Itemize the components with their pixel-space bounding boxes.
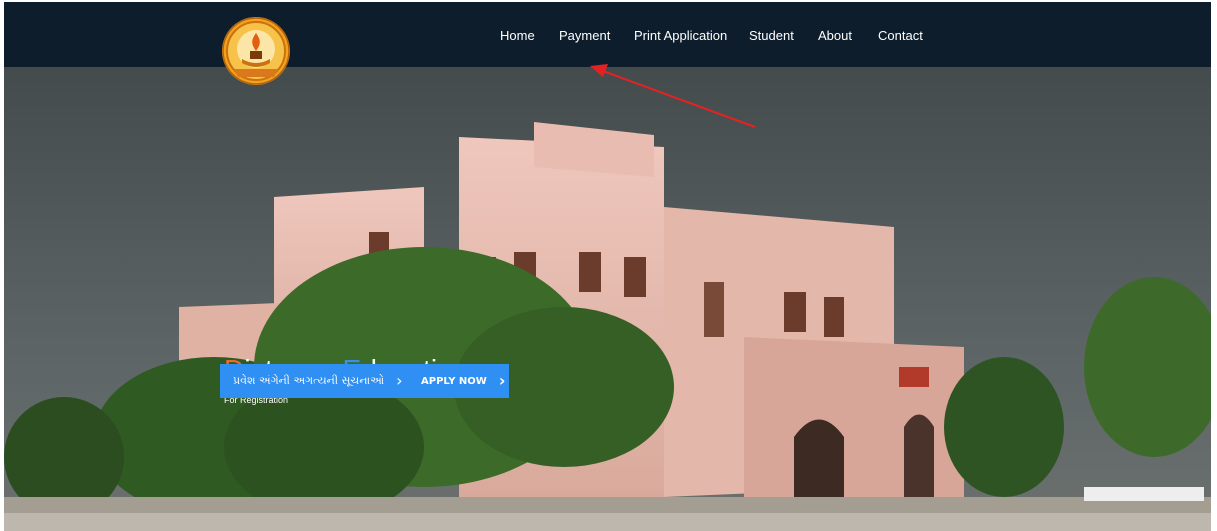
nav-item-payment[interactable]: Payment [559,24,610,48]
page: Home Payment Print Application Student A… [0,0,1217,531]
nav-item-home[interactable]: Home [500,24,535,48]
nav-item-print-application[interactable]: Print Application [634,24,727,48]
main-nav: Home Payment Print Application Student A… [4,24,1211,48]
nav-item-contact[interactable]: Contact [878,24,923,48]
admission-notice-button[interactable]: પ્રવેશ અંગેની અગત્યની સૂચનાઓ › [220,364,409,398]
apply-now-label: APPLY NOW [421,375,487,387]
chevron-right-icon: › [498,371,506,390]
top-navbar: Home Payment Print Application Student A… [4,2,1211,67]
campus-building-image [4,67,1211,531]
apply-now-button[interactable]: APPLY NOW › [408,364,509,398]
hero-banner: Distance Education For Registration [4,67,1211,531]
nav-item-about[interactable]: About [818,24,852,48]
admission-notice-label: પ્રવેશ અંગેની અગત્યની સૂચનાઓ [233,374,385,387]
university-logo-icon[interactable] [220,15,292,87]
nav-item-student[interactable]: Student [749,24,794,48]
chevron-right-icon: › [396,371,403,390]
